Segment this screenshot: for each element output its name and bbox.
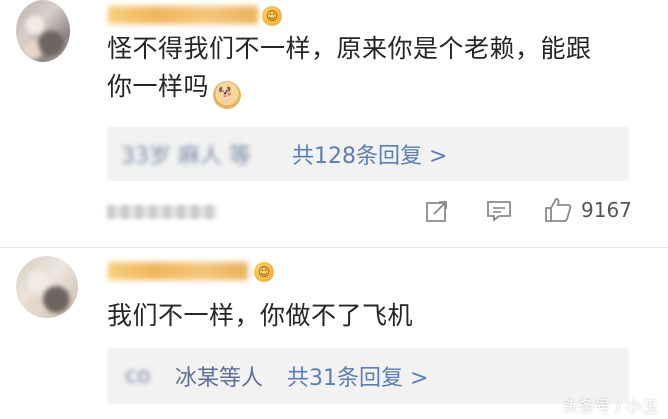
share-button[interactable] [424,198,450,224]
comment-divider [0,247,668,248]
comment-button[interactable] [485,198,513,224]
watermark: 头条号 / 小玉 [562,397,658,416]
commenter-username-blurred[interactable] [108,6,258,24]
doge-emoji-icon: 🐕 [213,81,242,109]
comment-text: 怪不得我们不一样，原来你是个老赖，能跟 你一样吗 🐕 [107,30,592,109]
view-replies-link[interactable]: 共31条回复 > [287,360,428,392]
comment-icon [487,201,511,222]
comment-text: 我们不一样，你做不了飞机 [107,301,414,330]
reply-usernames-blurred: co [125,363,151,389]
like-button[interactable]: 9167 [543,196,632,224]
reply-usernames: 冰某等人 [175,366,264,391]
commenter-avatar[interactable] [16,0,70,62]
share-icon [426,201,447,222]
view-replies-link[interactable]: 共128条回复 > [292,138,447,170]
vip-badge-icon: ☺ [262,6,282,26]
vip-badge-icon: ☺ [254,262,274,282]
like-count: 9167 [581,198,632,222]
thumbs-up-icon [545,198,572,222]
reply-usernames-blurred: 33岁 麻人 等 [121,144,251,169]
timestamp-blurred [107,205,217,219]
reply-preview-box[interactable]: 33岁 麻人 等 共128条回复 > [107,127,629,181]
commenter-avatar[interactable] [16,256,78,318]
reply-preview-box[interactable]: co 冰某等人 共31条回复 > [107,348,629,404]
commenter-username-blurred[interactable] [108,262,248,280]
